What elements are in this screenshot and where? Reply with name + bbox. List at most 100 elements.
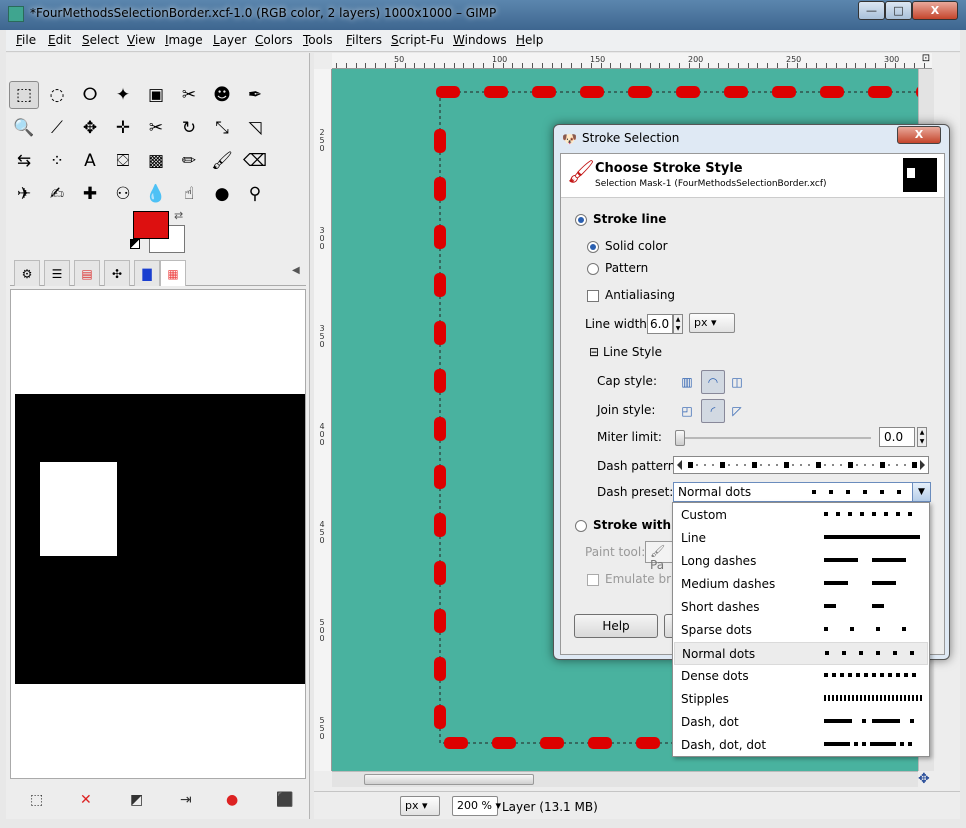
line-width-input[interactable]: 6.0: [647, 314, 673, 334]
preset-option-custom[interactable]: Custom: [674, 504, 928, 527]
menu-image[interactable]: Image: [165, 33, 203, 47]
ellipse-select-tool-icon[interactable]: ◌: [42, 81, 72, 109]
blur-tool-icon[interactable]: 💧: [141, 180, 171, 208]
maximize-button[interactable]: □: [885, 1, 912, 20]
selection-to-path-icon[interactable]: ⇥: [180, 792, 192, 808]
menu-tools[interactable]: Tools: [303, 33, 333, 47]
ink-tool-icon[interactable]: ✍: [42, 180, 72, 208]
preset-option-dense-dots[interactable]: Dense dots: [674, 665, 928, 688]
chevron-down-icon[interactable]: ▼: [912, 483, 930, 501]
eraser-tool-icon[interactable]: ⌫: [240, 147, 270, 175]
rotate-tool-icon[interactable]: ↻: [174, 114, 204, 142]
airbrush-tool-icon[interactable]: ✈: [9, 180, 39, 208]
menu-view[interactable]: View: [127, 33, 155, 47]
minimize-button[interactable]: —: [858, 1, 885, 20]
preset-option-dash-dot-dot[interactable]: Dash, dot, dot: [674, 734, 928, 757]
zoom-toggle-icon[interactable]: ⊡: [918, 53, 934, 69]
smudge-tool-icon[interactable]: ☝: [174, 180, 204, 208]
flip-tool-icon[interactable]: ⇆: [9, 147, 39, 175]
menu-layer[interactable]: Layer: [213, 33, 246, 47]
shear-tool-icon[interactable]: ◹: [240, 114, 270, 142]
text-tool-icon[interactable]: A: [75, 147, 105, 175]
line-width-unit-selector[interactable]: px ▾: [689, 313, 735, 333]
zoom-tool-icon[interactable]: 🔍: [9, 114, 39, 142]
stroke-line-radio[interactable]: [575, 214, 587, 226]
crop-tool-icon[interactable]: ✂: [141, 114, 171, 142]
preset-option-sparse-dots[interactable]: Sparse dots: [674, 619, 928, 642]
clone-tool-icon[interactable]: ⚇: [108, 180, 138, 208]
swap-colors-icon[interactable]: ⇄: [174, 209, 183, 222]
antialiasing-checkbox[interactable]: [587, 290, 599, 302]
dash-pattern-graphic[interactable]: [674, 457, 928, 473]
fuzzy-select-tool-icon[interactable]: ✦: [108, 81, 138, 109]
by-color-select-tool-icon[interactable]: ▣: [141, 81, 171, 109]
align-tool-icon[interactable]: ✛: [108, 114, 138, 142]
preset-option-long-dashes[interactable]: Long dashes: [674, 550, 928, 573]
rect-select-tool-icon[interactable]: ⬚: [9, 81, 39, 109]
join-miter-icon[interactable]: ◰: [677, 401, 697, 421]
paths-tool-icon[interactable]: ✒: [240, 81, 270, 109]
heal-tool-icon[interactable]: ✚: [75, 180, 105, 208]
preset-option-stipples[interactable]: Stipples: [674, 688, 928, 711]
default-colors-icon[interactable]: [130, 239, 140, 249]
free-select-tool-icon[interactable]: ⵔ: [75, 81, 105, 109]
horizontal-scrollbar[interactable]: [332, 771, 918, 787]
menu-filters[interactable]: Filters: [346, 33, 382, 47]
menu-script-fu[interactable]: Script-Fu: [391, 33, 444, 47]
preset-option-medium-dashes[interactable]: Medium dashes: [674, 573, 928, 596]
menu-edit[interactable]: Edit: [48, 33, 71, 47]
dialog-close-button[interactable]: X: [897, 126, 941, 144]
line-style-expander-icon[interactable]: ⊟: [589, 345, 599, 359]
unit-selector[interactable]: px ▾: [400, 796, 440, 816]
dash-preset-dropdown[interactable]: Normal dots ▼: [673, 482, 931, 502]
menu-help[interactable]: Help: [516, 33, 543, 47]
preset-option-normal-dots[interactable]: Normal dots: [674, 642, 928, 665]
tab-selection-editor[interactable]: ▦: [160, 260, 186, 286]
line-style-label[interactable]: Line Style: [603, 345, 662, 359]
line-width-spinner[interactable]: ▲ ▼: [673, 314, 683, 334]
dock-menu-arrow-icon[interactable]: ◀: [292, 265, 300, 276]
save-selection-icon[interactable]: ⬛: [276, 792, 293, 808]
miter-limit-input[interactable]: 0.0: [879, 427, 915, 447]
dodge-burn-tool-icon[interactable]: ●: [207, 180, 237, 208]
tab-paths[interactable]: ✣: [104, 260, 130, 286]
scissors-select-tool-icon[interactable]: ✂: [174, 81, 204, 109]
join-bevel-icon[interactable]: ◸: [727, 401, 747, 421]
preset-option-dash-dot[interactable]: Dash, dot: [674, 711, 928, 734]
pattern-radio[interactable]: [587, 263, 599, 275]
blend-tool-icon[interactable]: ▩: [141, 147, 171, 175]
stroke-with-paint-tool-radio[interactable]: [575, 520, 587, 532]
menu-file[interactable]: File: [16, 33, 36, 47]
stroke-selection-icon[interactable]: ●: [226, 792, 238, 808]
move-tool-icon[interactable]: ✥: [75, 114, 105, 142]
tab-channels[interactable]: ▤: [74, 260, 100, 286]
help-button[interactable]: Help: [574, 614, 658, 638]
emulate-dynamics-checkbox[interactable]: [587, 574, 599, 586]
zoom-selector[interactable]: 200 % ▾: [452, 796, 501, 816]
tab-tool-options[interactable]: ⚙: [14, 260, 40, 286]
color-picker-tool-icon[interactable]: ⚲: [240, 180, 270, 208]
measure-tool-icon[interactable]: ⟋: [42, 114, 72, 142]
cap-butt-icon[interactable]: ▥: [677, 372, 697, 392]
pencil-tool-icon[interactable]: ✏: [174, 147, 204, 175]
menu-windows[interactable]: Windows: [453, 33, 507, 47]
preset-option-line[interactable]: Line: [674, 527, 928, 550]
navigate-icon[interactable]: ✥: [918, 771, 930, 787]
dash-pattern-editor[interactable]: [673, 456, 929, 474]
miter-limit-spinner[interactable]: ▲ ▼: [917, 427, 927, 447]
horizontal-scroll-thumb[interactable]: [364, 774, 534, 785]
select-none-icon[interactable]: ⬚: [30, 792, 43, 808]
join-round-icon[interactable]: ◜: [701, 399, 725, 423]
bucket-fill-tool-icon[interactable]: ⛋: [108, 147, 138, 175]
cap-square-icon[interactable]: ◫: [727, 372, 747, 392]
foreground-color-swatch[interactable]: [133, 211, 169, 239]
preset-option-short-dashes[interactable]: Short dashes: [674, 596, 928, 619]
solid-color-radio[interactable]: [587, 241, 599, 253]
tab-brushes[interactable]: ▇: [134, 260, 160, 286]
menu-colors[interactable]: Colors: [255, 33, 293, 47]
clear-selection-icon[interactable]: ✕: [80, 792, 92, 808]
miter-limit-handle[interactable]: [675, 430, 685, 446]
foreground-select-tool-icon[interactable]: ☻: [207, 81, 237, 109]
miter-limit-slider[interactable]: [675, 437, 871, 439]
cage-tool-icon[interactable]: ⁘: [42, 147, 72, 175]
